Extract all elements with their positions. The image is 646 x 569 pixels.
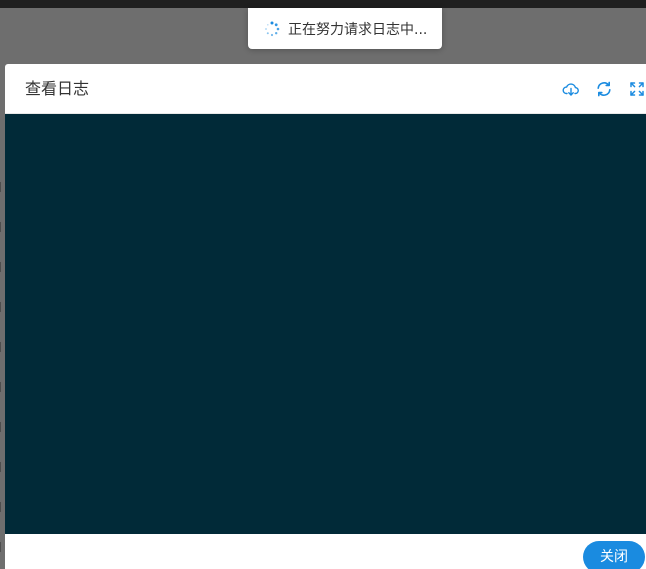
loading-spinner-icon <box>264 21 280 37</box>
loading-message: 正在努力请求日志中... <box>288 21 428 38</box>
cloud-download-icon[interactable] <box>562 80 580 98</box>
dialog-footer: 关闭 <box>5 534 646 569</box>
dialog-header: 查看日志 <box>5 64 646 114</box>
close-button[interactable]: 关闭 <box>583 541 645 569</box>
view-log-dialog: 查看日志 关闭 <box>5 64 646 569</box>
loading-toast: 正在努力请求日志中... <box>248 8 442 49</box>
app-top-bar <box>0 0 646 8</box>
fullscreen-icon[interactable] <box>628 80 646 98</box>
log-output-area[interactable] <box>5 114 646 534</box>
refresh-icon[interactable] <box>595 80 613 98</box>
dialog-title: 查看日志 <box>25 79 90 98</box>
